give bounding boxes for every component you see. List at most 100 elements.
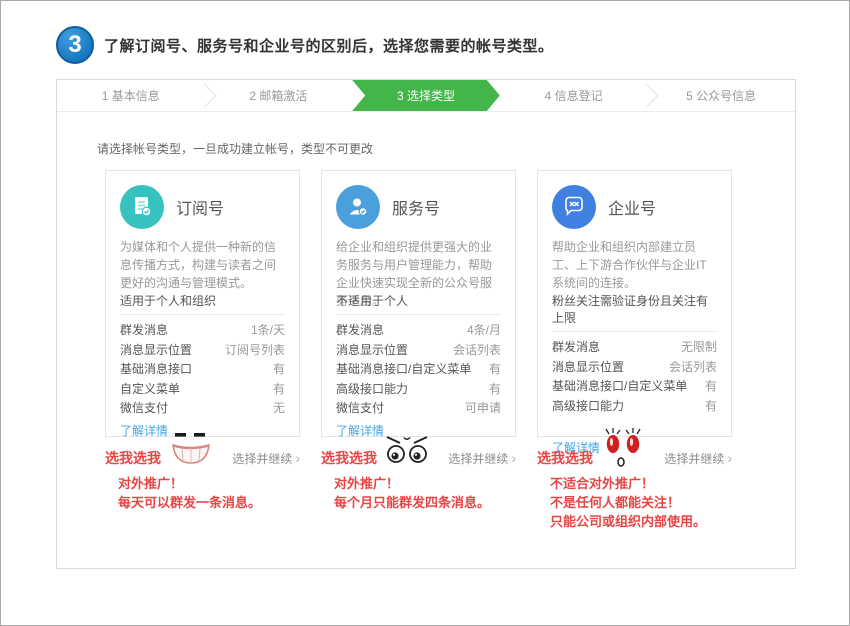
- card-head: 服务号: [336, 185, 501, 229]
- feature-value: 可申请: [465, 399, 501, 419]
- pick-me-annotation: 选我选我: [105, 448, 161, 468]
- instruction-header: 3 了解订阅号、服务号和企业号的区别后，选择您需要的帐号类型。: [56, 26, 554, 64]
- choose-label: 选择并继续: [448, 452, 508, 466]
- feature-value: 有: [273, 360, 285, 380]
- service-account-icon: [336, 185, 380, 229]
- red-annotation: 对外推广！ 每个月只能群发四条消息。: [321, 474, 516, 512]
- feature-row: 消息显示位置 订阅号列表: [120, 341, 285, 361]
- card-description: 给企业和组织提供更强大的业务服务与用户管理能力，帮助企业快速实现全新的公众号服务…: [336, 238, 501, 292]
- choose-row: 选我选我 选择: [321, 445, 516, 471]
- annotation-line: 不是任何人都能关注！: [550, 493, 732, 512]
- account-card-service: 服务号 给企业和组织提供更强大的业务服务与用户管理能力，帮助企业快速实现全新的公…: [321, 170, 516, 437]
- feature-row: 高级接口能力 有: [336, 380, 501, 400]
- column-subscription: 订阅号 为媒体和个人提供一种新的信息传播方式，构建与读者之间更好的沟通与管理模式…: [105, 170, 300, 531]
- step-number-badge: 3: [56, 26, 94, 64]
- feature-value: 无: [273, 399, 285, 419]
- feature-label: 基础消息接口/自定义菜单: [336, 360, 471, 380]
- document-check-icon: [129, 194, 155, 220]
- feature-row: 高级接口能力 有: [552, 397, 717, 417]
- feature-row: 自定义菜单 有: [120, 380, 285, 400]
- card-title: 服务号: [392, 195, 440, 219]
- card-suitability: 适用于个人和组织: [120, 292, 285, 315]
- learn-more-link[interactable]: 了解详情: [120, 422, 168, 439]
- choose-row: 选我选我 选择并继续›: [105, 445, 300, 471]
- choose-and-continue-button[interactable]: 选择并继续›: [448, 450, 516, 467]
- enterprise-account-icon: [552, 185, 596, 229]
- feature-label: 微信支付: [120, 399, 168, 419]
- feature-label: 基础消息接口: [120, 360, 192, 380]
- feature-value: 有: [489, 380, 501, 400]
- feature-label: 消息显示位置: [552, 358, 624, 378]
- card-description: 帮助企业和组织内部建立员工、上下游合作伙伴与企业IT系统间的连接。: [552, 238, 717, 292]
- annotation-line: 每天可以群发一条消息。: [118, 493, 300, 512]
- card-description: 为媒体和个人提供一种新的信息传播方式，构建与读者之间更好的沟通与管理模式。: [120, 238, 285, 292]
- feature-label: 消息显示位置: [336, 341, 408, 361]
- choose-row: 选我选我: [537, 445, 732, 471]
- feature-label: 消息显示位置: [120, 341, 192, 361]
- feature-label: 高级接口能力: [552, 397, 624, 417]
- registration-panel: 1 基本信息 2 邮箱激活 3 选择类型 4 信息登记 5 公众号信息 请选择帐…: [56, 79, 796, 569]
- feature-label: 微信支付: [336, 399, 384, 419]
- choose-and-continue-button[interactable]: 选择并继续›: [664, 450, 732, 467]
- feature-row: 基础消息接口 有: [120, 360, 285, 380]
- feature-value: 有: [705, 377, 717, 397]
- feature-row: 微信支付 无: [120, 399, 285, 419]
- annotation-line: 每个月只能群发四条消息。: [334, 493, 516, 512]
- steps-progress-bar: 1 基本信息 2 邮箱激活 3 选择类型 4 信息登记 5 公众号信息: [57, 80, 795, 112]
- column-enterprise: 企业号 帮助企业和组织内部建立员工、上下游合作伙伴与企业IT系统间的连接。 粉丝…: [537, 170, 732, 531]
- step-item-account-info: 5 公众号信息: [647, 80, 795, 111]
- feature-row: 消息显示位置 会话列表: [336, 341, 501, 361]
- angry-eyes-emoticon: [384, 435, 430, 465]
- account-card-enterprise: 企业号 帮助企业和组织内部建立员工、上下游合作伙伴与企业IT系统间的连接。 粉丝…: [537, 170, 732, 437]
- feature-label: 群发消息: [120, 321, 168, 341]
- feature-value: 有: [273, 380, 285, 400]
- feature-value: 1条/天: [251, 321, 285, 341]
- feature-label: 自定义菜单: [120, 380, 180, 400]
- instruction-title: 了解订阅号、服务号和企业号的区别后，选择您需要的帐号类型。: [104, 35, 554, 56]
- feature-table: 群发消息 1条/天 消息显示位置 订阅号列表 基础消息接口 有 自定义菜单: [120, 321, 285, 419]
- learn-more-link[interactable]: 了解详情: [336, 422, 384, 439]
- feature-value: 会话列表: [669, 358, 717, 378]
- choose-label: 选择并继续: [664, 452, 724, 466]
- chevron-right-icon: ›: [511, 450, 516, 466]
- annotation-line: 对外推广！: [118, 474, 300, 493]
- feature-row: 基础消息接口/自定义菜单 有: [336, 360, 501, 380]
- feature-value: 订阅号列表: [225, 341, 285, 361]
- red-annotation: 对外推广！ 每天可以群发一条消息。: [105, 474, 300, 512]
- feature-label: 高级接口能力: [336, 380, 408, 400]
- choose-and-continue-button[interactable]: 选择并继续›: [232, 450, 300, 467]
- card-head: 订阅号: [120, 185, 285, 229]
- feature-label: 群发消息: [336, 321, 384, 341]
- step-item-choose-type-active: 3 选择类型: [352, 80, 500, 111]
- choose-type-instruction: 请选择帐号类型，一旦成功建立帐号，类型不可更改: [97, 140, 373, 157]
- grin-emoticon: [168, 433, 214, 467]
- feature-label: 基础消息接口/自定义菜单: [552, 377, 687, 397]
- annotation-line: 对外推广！: [334, 474, 516, 493]
- feature-row: 微信支付 可申请: [336, 399, 501, 419]
- red-annotation: 不适合对外推广！ 不是任何人都能关注！ 只能公司或组织内部使用。: [537, 474, 732, 531]
- feature-row: 基础消息接口/自定义菜单 有: [552, 377, 717, 397]
- feature-table: 群发消息 无限制 消息显示位置 会话列表 基础消息接口/自定义菜单 有 高级: [552, 338, 717, 436]
- card-title: 企业号: [608, 195, 656, 219]
- feature-label: 群发消息: [552, 338, 600, 358]
- feature-row: 消息显示位置 会话列表: [552, 358, 717, 378]
- choose-label: 选择并继续: [232, 452, 292, 466]
- column-service: 服务号 给企业和组织提供更强大的业务服务与用户管理能力，帮助企业快速实现全新的公…: [321, 170, 516, 531]
- account-card-subscription: 订阅号 为媒体和个人提供一种新的信息传播方式，构建与读者之间更好的沟通与管理模式…: [105, 170, 300, 437]
- feature-value: 无限制: [681, 338, 717, 358]
- feature-row: 群发消息 4条/月: [336, 321, 501, 341]
- step-item-info-registration: 4 信息登记: [500, 80, 648, 111]
- screenshot-frame: 3 了解订阅号、服务号和企业号的区别后，选择您需要的帐号类型。 1 基本信息 2…: [0, 0, 850, 626]
- feature-row: 群发消息 1条/天: [120, 321, 285, 341]
- feature-row: 群发消息 无限制: [552, 338, 717, 358]
- card-head: 企业号: [552, 185, 717, 229]
- feature-table: 群发消息 4条/月 消息显示位置 会话列表 基础消息接口/自定义菜单 有 高: [336, 321, 501, 419]
- chevron-right-icon: ›: [727, 450, 732, 466]
- surprised-red-eyes-emoticon: [600, 427, 644, 469]
- pick-me-annotation: 选我选我: [537, 448, 593, 468]
- step-item-basic-info: 1 基本信息: [57, 80, 205, 111]
- pick-me-annotation: 选我选我: [321, 448, 377, 468]
- annotation-line: 不适合对外推广！: [550, 474, 732, 493]
- account-type-columns: 订阅号 为媒体和个人提供一种新的信息传播方式，构建与读者之间更好的沟通与管理模式…: [105, 170, 732, 531]
- feature-value: 会话列表: [453, 341, 501, 361]
